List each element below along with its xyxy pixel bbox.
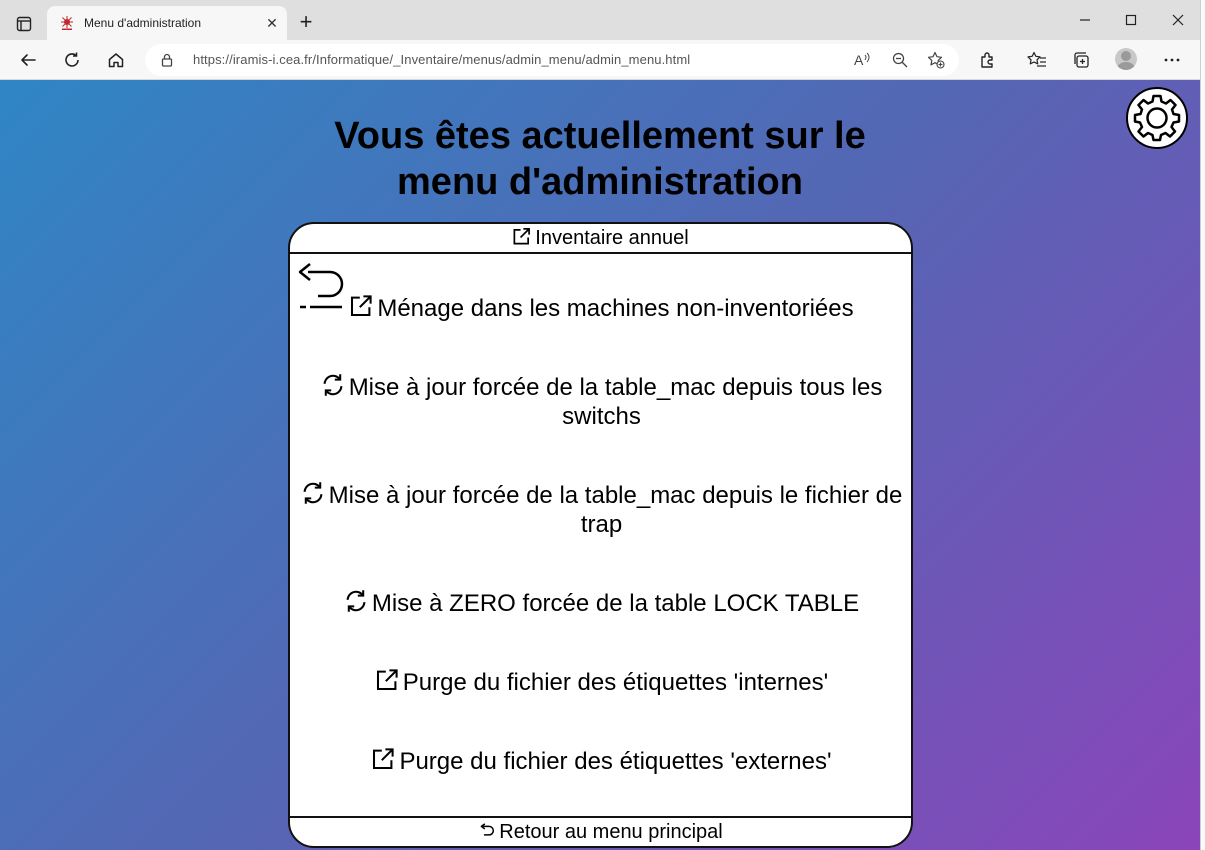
- browser-titlebar: Menu d'administration ✕ +: [0, 0, 1200, 40]
- maj-table-mac-trap-label: Mise à jour forcée de la table_mac depui…: [328, 482, 903, 538]
- return-arrow-icon: [480, 823, 495, 836]
- maj-table-mac-switchs-label: Mise à jour forcée de la table_mac depui…: [348, 374, 883, 430]
- external-link-icon: [351, 295, 372, 317]
- reset-lock-table-label: Mise à ZERO forcée de la table LOCK TABL…: [371, 590, 860, 617]
- menage-machines-label: Ménage dans les machines non-inventoriée…: [377, 295, 854, 322]
- collections-icon[interactable]: [1069, 48, 1093, 72]
- maj-table-mac-switchs-link[interactable]: Mise à jour forcée de la table_mac depui…: [300, 373, 903, 431]
- lock-icon[interactable]: [161, 53, 173, 72]
- menage-machines-link[interactable]: Ménage dans les machines non-inventoriée…: [300, 294, 903, 323]
- maximize-icon[interactable]: [1121, 10, 1141, 30]
- retour-menu-principal-link[interactable]: Retour au menu principal: [290, 816, 911, 846]
- read-aloud-icon[interactable]: A: [853, 50, 873, 70]
- minimize-icon[interactable]: [1075, 10, 1095, 30]
- add-favorite-icon[interactable]: [926, 50, 946, 70]
- favorites-icon[interactable]: [1025, 48, 1049, 72]
- page-background: Vous êtes actuellement sur le menu d'adm…: [0, 80, 1200, 850]
- tab-title: Menu d'administration: [84, 16, 202, 30]
- profile-avatar[interactable]: [1115, 48, 1137, 70]
- maj-table-mac-trap-link[interactable]: Mise à jour forcée de la table_mac depui…: [300, 481, 903, 539]
- settings-button[interactable]: [1126, 87, 1188, 149]
- close-tab-icon[interactable]: ✕: [263, 14, 281, 32]
- favicon-icon: [59, 15, 75, 31]
- refresh-icon: [303, 482, 323, 504]
- reload-icon[interactable]: [60, 48, 84, 72]
- inventaire-annuel-link[interactable]: Inventaire annuel: [290, 224, 911, 254]
- adjacent-window-edge: [1200, 0, 1205, 850]
- retour-menu-principal-label: Retour au menu principal: [499, 821, 723, 843]
- address-bar[interactable]: https://iramis-i.cea.fr/Informatique/_In…: [145, 44, 959, 76]
- tab-actions-icon[interactable]: [12, 12, 36, 36]
- svg-text:A: A: [854, 52, 864, 68]
- reset-lock-table-link[interactable]: Mise à ZERO forcée de la table LOCK TABL…: [300, 589, 903, 618]
- refresh-icon: [346, 590, 366, 612]
- zoom-out-icon[interactable]: [890, 50, 910, 70]
- refresh-icon: [323, 374, 343, 396]
- home-icon[interactable]: [104, 48, 128, 72]
- page-title-line1: Vous êtes actuellement sur le: [334, 115, 866, 157]
- more-options-icon[interactable]: [1160, 48, 1184, 72]
- extensions-icon[interactable]: [976, 48, 1000, 72]
- purge-etiquettes-externes-link[interactable]: Purge du fichier des étiquettes 'externe…: [300, 747, 903, 776]
- browser-toolbar: https://iramis-i.cea.fr/Informatique/_In…: [0, 40, 1200, 80]
- inventaire-annuel-label: Inventaire annuel: [535, 227, 689, 249]
- tab-admin-menu[interactable]: Menu d'administration ✕: [47, 6, 287, 40]
- page-title-line2: menu d'administration: [397, 161, 803, 203]
- external-link-icon: [373, 748, 395, 770]
- gear-icon: [1133, 94, 1181, 142]
- admin-menu-panel: Inventaire annuel Ménage dans les machin…: [288, 222, 913, 848]
- url-text: https://iramis-i.cea.fr/Informatique/_In…: [193, 52, 691, 67]
- purge-etiquettes-internes-label: Purge du fichier des étiquettes 'interne…: [402, 669, 829, 696]
- external-link-icon: [513, 228, 531, 245]
- back-icon[interactable]: [16, 48, 40, 72]
- purge-etiquettes-externes-label: Purge du fichier des étiquettes 'externe…: [399, 748, 832, 775]
- close-window-icon[interactable]: [1168, 10, 1188, 30]
- purge-etiquettes-internes-link[interactable]: Purge du fichier des étiquettes 'interne…: [300, 668, 903, 697]
- page-title: Vous êtes actuellement sur le menu d'adm…: [250, 113, 950, 205]
- new-tab-button[interactable]: +: [295, 11, 317, 34]
- external-link-icon: [376, 669, 398, 691]
